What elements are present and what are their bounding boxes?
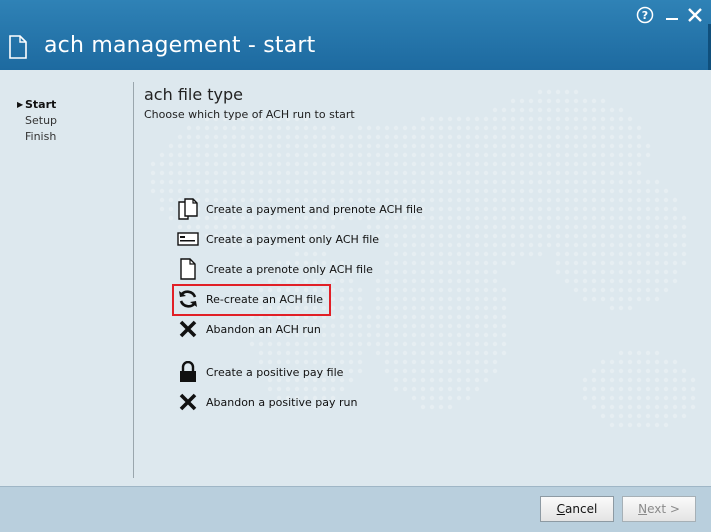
wizard-steps: ▶ Start Setup Finish	[17, 97, 57, 145]
divider	[133, 82, 134, 478]
help-icon[interactable]: ?	[636, 6, 654, 24]
lock-icon	[176, 361, 200, 383]
document-icon	[176, 258, 200, 280]
option-abandon-ach-run[interactable]: Abandon an ACH run	[176, 318, 321, 340]
x-icon	[176, 391, 200, 413]
step-setup: Setup	[17, 113, 57, 129]
svg-text:?: ?	[642, 9, 648, 22]
page-subheading: Choose which type of ACH run to start	[144, 108, 355, 121]
option-prenote-only[interactable]: Create a prenote only ACH file	[176, 258, 373, 280]
option-abandon-positive-pay[interactable]: Abandon a positive pay run	[176, 391, 357, 413]
option-create-positive-pay[interactable]: Create a positive pay file	[176, 361, 343, 383]
option-label: Create a payment only ACH file	[206, 232, 380, 246]
option-payment-and-prenote[interactable]: Create a payment and prenote ACH file	[176, 198, 423, 220]
option-label: Create a payment and prenote ACH file	[206, 202, 423, 216]
option-payment-only[interactable]: Create a payment only ACH file	[176, 228, 379, 250]
step-label: Setup	[25, 114, 58, 127]
x-icon	[176, 318, 200, 340]
title-bar: ach management - start ?	[0, 0, 711, 70]
current-step-arrow-icon: ▶	[17, 100, 24, 109]
option-label: Create a positive pay file	[206, 365, 344, 379]
step-start: ▶ Start	[17, 97, 57, 113]
page-heading: ach file type	[144, 85, 244, 104]
option-recreate-ach-file[interactable]: Re-create an ACH file	[176, 288, 323, 310]
documents-icon	[176, 198, 200, 220]
check-card-icon	[176, 228, 200, 250]
next-button[interactable]: Next >	[622, 496, 696, 522]
option-label: Re-create an ACH file	[206, 292, 324, 306]
minimize-icon[interactable]	[663, 6, 681, 24]
option-label: Abandon a positive pay run	[206, 395, 358, 409]
wizard-body: ▶ Start Setup Finish ach file type Choos…	[0, 70, 711, 486]
step-label: Start	[25, 98, 57, 111]
option-label: Abandon an ACH run	[206, 322, 321, 336]
cancel-button[interactable]: Cancel	[540, 496, 614, 522]
refresh-icon	[176, 288, 200, 310]
document-icon	[9, 35, 27, 59]
footer-bar: Cancel Next >	[0, 486, 711, 532]
option-label: Create a prenote only ACH file	[206, 262, 373, 276]
step-label: Finish	[25, 130, 57, 143]
close-icon[interactable]	[686, 6, 704, 24]
window-title: ach management - start	[44, 33, 316, 58]
step-finish: Finish	[17, 129, 57, 145]
